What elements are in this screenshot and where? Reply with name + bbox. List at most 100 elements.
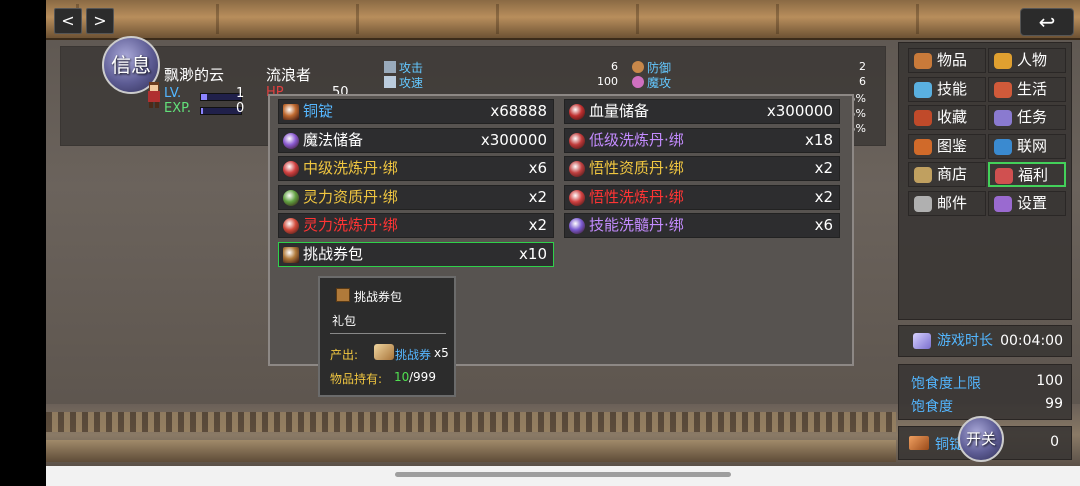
back-button[interactable]: ↩ [1020,8,1074,36]
inventory-slot[interactable]: 血量储备 x300000 [564,99,840,124]
play-time-label: 游戏时长 [937,333,993,349]
tooltip-hold-label: 物品持有: [330,372,383,386]
menu-item-label: 收藏 [937,108,968,126]
next-button[interactable]: > [86,8,114,34]
inventory-slot[interactable]: 灵力资质丹·绑 x2 [278,184,554,210]
inventory-slot[interactable]: 铜锭 x68888 [278,99,554,124]
menu-item-character[interactable]: 人物 [988,48,1066,73]
item-icon [283,104,299,120]
tooltip-produce-qty: x5 [434,346,449,360]
item-quantity: x2 [528,216,547,234]
collection-icon [914,110,932,126]
inventory-slot[interactable]: 中级洗炼丹·绑 x6 [278,156,554,181]
currency-value: 0 [1050,434,1059,450]
inventory-slot[interactable]: 悟性洗炼丹·绑 x2 [564,184,840,210]
item-icon [569,104,585,120]
item-name: 灵力洗炼丹·绑 [303,216,398,234]
menu-item-label: 邮件 [937,193,968,212]
menu-item-label: 图鉴 [937,136,968,155]
prev-button[interactable]: < [54,8,82,34]
menu-item-mail[interactable]: 邮件 [908,190,986,216]
exp-value: 0 [236,101,245,116]
menu-item-items[interactable]: 物品 [908,48,986,73]
level-value: 1 [236,86,245,101]
gift-box-icon [336,288,350,302]
sword-icon [384,61,396,73]
item-icon [569,218,585,234]
item-name: 挑战券包 [303,244,364,263]
home-indicator[interactable] [395,472,731,477]
network-icon [994,138,1012,155]
skill-icon [914,81,932,98]
item-name: 悟性洗炼丹·绑 [589,187,684,206]
tooltip-title: 挑战券包 [354,290,403,304]
item-quantity: x300000 [766,102,833,120]
menu-item-label: 物品 [937,51,968,69]
item-name: 技能洗髓丹·绑 [589,216,684,234]
item-quantity: x18 [805,130,833,149]
item-name: 中级洗炼丹·绑 [303,159,398,177]
inventory-slot[interactable]: 魔法储备 x300000 [278,127,554,153]
hunger-max-label: 饱食度上限 [911,376,981,392]
item-quantity: x300000 [480,130,547,149]
menu-item-online[interactable]: 联网 [988,133,1066,159]
inventory-slot[interactable]: 技能洗髓丹·绑 x6 [564,213,840,238]
system-nav-bar [46,466,1080,486]
item-name: 魔法储备 [303,130,364,149]
clock-icon [913,333,931,349]
inventory-slot[interactable]: 悟性资质丹·绑 x2 [564,156,840,181]
item-quantity: x6 [528,159,547,177]
item-icon [283,189,299,206]
menu-item-welfare[interactable]: 福利 [988,162,1066,187]
settings-icon [994,195,1012,212]
menu-item-skills[interactable]: 技能 [908,76,986,102]
game-screen: < > ↩ 信息 飘渺的云 LV. 1 EXP. 0 流浪者 HP 50 攻击 … [46,0,1080,466]
tooltip-produce-item: 挑战券 [395,348,432,362]
menu-item-codex[interactable]: 图鉴 [908,133,986,159]
tooltip-hold-max: /999 [409,370,436,384]
level-label: LV. [164,86,182,101]
stat-attack-speed: 攻速 [384,74,423,91]
defense-icon [632,61,644,73]
menu-item-label: 任务 [1017,108,1048,126]
item-icon [569,161,585,177]
quest-icon [994,110,1012,126]
gift-icon [995,168,1013,184]
magic-icon [632,76,644,88]
inventory-slot[interactable]: 灵力洗炼丹·绑 x2 [278,213,554,238]
speed-icon [384,76,396,88]
item-quantity: x10 [519,244,547,263]
menu-item-life[interactable]: 生活 [988,76,1066,102]
hunger-max-value: 100 [1036,373,1063,389]
inventory-slot[interactable]: 挑战券包 x10 [278,241,554,267]
menu-item-quests[interactable]: 任务 [988,105,1066,130]
menu-item-shop[interactable]: 商店 [908,162,986,187]
item-icon [283,161,299,177]
menu-item-collection[interactable]: 收藏 [908,105,986,130]
item-tooltip: 挑战券包 礼包 产出: 挑战券 x5 物品持有: 10 /999 [318,276,456,397]
inventory-slot[interactable]: 低级洗炼丹·绑 x18 [564,127,840,153]
menu-item-label: 设置 [1017,193,1048,212]
item-name: 血量储备 [589,102,650,120]
item-icon [283,246,299,263]
item-name: 灵力资质丹·绑 [303,187,398,206]
stat-attack-speed-value: 100 [597,75,618,88]
item-icon [283,132,299,149]
play-time-value: 00:04:00 [1000,333,1063,349]
bag-icon [914,53,932,69]
person-icon [994,53,1012,69]
life-icon [994,81,1012,98]
menu-item-label: 生活 [1017,79,1048,98]
top-frame [46,0,1080,40]
mail-icon [914,195,932,212]
stat-defense-value: 2 [859,60,866,73]
hunger-panel: 饱食度上限 100 饱食度 99 [898,364,1072,420]
ticket-icon [374,344,394,360]
hunger-label: 饱食度 [911,399,953,415]
item-name: 低级洗炼丹·绑 [589,130,684,149]
tooltip-produce-label: 产出: [330,348,359,362]
tooltip-hold-current: 10 [394,370,410,384]
character-sprite [148,82,160,108]
menu-item-settings[interactable]: 设置 [988,190,1066,216]
toggle-button[interactable]: 开关 [958,416,1004,462]
